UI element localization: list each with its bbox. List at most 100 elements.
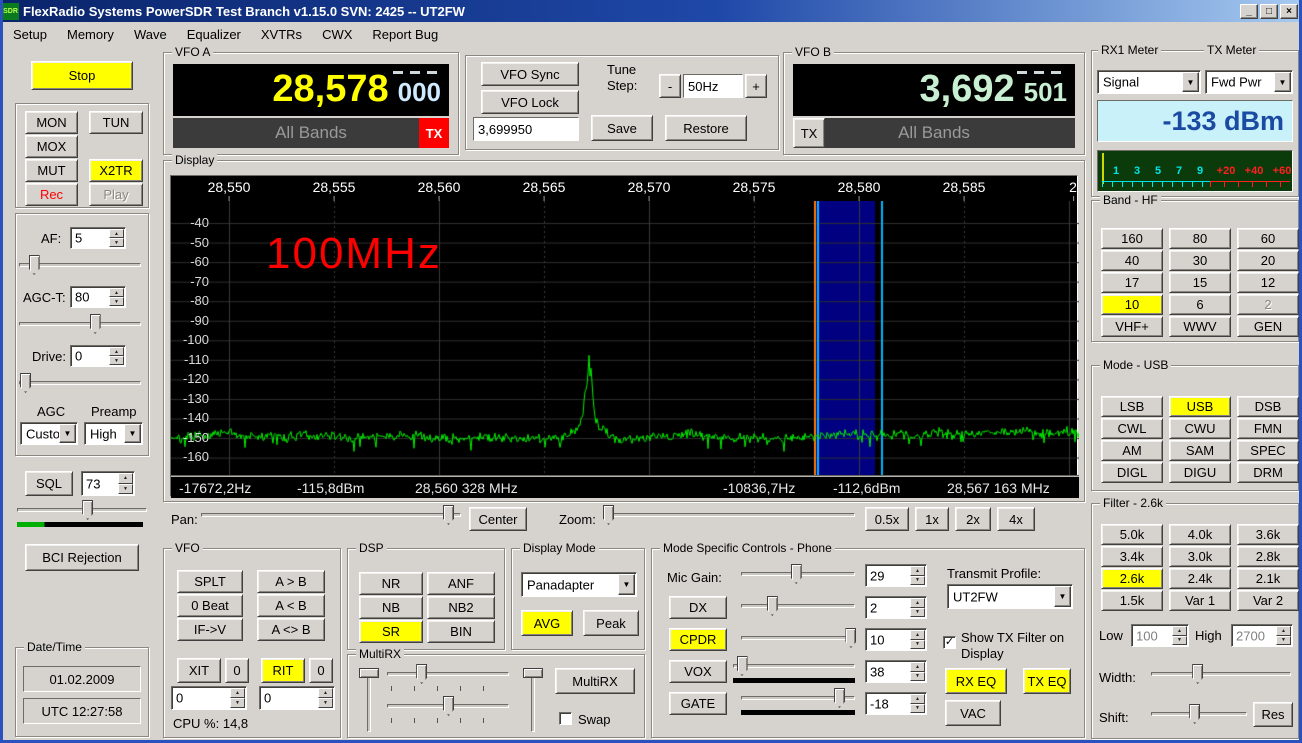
mox-button[interactable]: MOX	[25, 135, 78, 158]
band-160-button[interactable]: 160	[1101, 228, 1163, 249]
filter-shift-slider[interactable]	[1151, 704, 1247, 724]
tx-eq-button[interactable]: TX EQ	[1023, 668, 1071, 694]
zoom-05x-button[interactable]: 0.5x	[865, 507, 909, 531]
b-to-a-button[interactable]: A < B	[257, 594, 325, 617]
bci-rejection-button[interactable]: BCI Rejection	[25, 544, 139, 571]
band-20-button[interactable]: 20	[1237, 250, 1299, 271]
drive-spinner[interactable]: 0 ▲▼	[70, 345, 126, 367]
vfo-b-display[interactable]: 3,692 501	[793, 64, 1075, 116]
down-arrow-icon[interactable]: ▼	[910, 704, 925, 714]
dx-spinner[interactable]: 2 ▲▼	[865, 596, 927, 619]
band-6-button[interactable]: 6	[1169, 294, 1231, 315]
filter-1-5k-button[interactable]: 1.5k	[1101, 590, 1163, 611]
spinner-arrows[interactable]: ▲▼	[109, 288, 124, 306]
up-arrow-icon[interactable]: ▲	[109, 229, 124, 238]
avg-button[interactable]: AVG	[521, 610, 573, 636]
up-arrow-icon[interactable]: ▲	[910, 630, 925, 640]
cpdr-slider[interactable]	[741, 628, 855, 648]
rec-button[interactable]: Rec	[25, 183, 78, 206]
a-to-b-button[interactable]: A > B	[257, 570, 325, 593]
nb2-button[interactable]: NB2	[427, 596, 495, 619]
up-arrow-icon[interactable]: ▲	[1172, 626, 1187, 636]
up-arrow-icon[interactable]: ▲	[118, 473, 133, 484]
mode-dsb-button[interactable]: DSB	[1237, 396, 1299, 417]
dx-slider[interactable]	[741, 596, 855, 616]
spinner-arrows[interactable]: ▲▼	[910, 566, 925, 585]
spectrum-plot[interactable]: -40 -50 -60 -70 -80 -90 -100 -110 -120 -…	[171, 201, 1079, 475]
cpdr-spinner[interactable]: 10 ▲▼	[865, 628, 927, 651]
down-arrow-icon[interactable]: ▼	[109, 238, 124, 247]
filter-high-spinner[interactable]: 2700 ▲▼	[1231, 624, 1293, 647]
vfo-b-tx-button[interactable]: TX	[793, 118, 825, 148]
dropdown-arrow-icon[interactable]: ▼	[124, 424, 141, 443]
vac-button[interactable]: VAC	[945, 700, 1001, 726]
down-arrow-icon[interactable]: ▼	[109, 297, 124, 306]
up-arrow-icon[interactable]: ▲	[109, 347, 124, 356]
vfo-b-band-bar[interactable]: All Bands TX	[793, 118, 1075, 148]
dropdown-arrow-icon[interactable]: ▼	[1182, 72, 1199, 92]
band-2-button[interactable]: 2	[1237, 294, 1299, 315]
vfo-lock-button[interactable]: VFO Lock	[481, 90, 579, 114]
band-gen-button[interactable]: GEN	[1237, 316, 1299, 337]
vfo-sync-button[interactable]: VFO Sync	[481, 62, 579, 86]
dropdown-arrow-icon[interactable]: ▼	[1274, 72, 1291, 92]
agct-slider[interactable]	[19, 314, 141, 334]
spinner-arrows[interactable]: ▲▼	[910, 694, 925, 713]
band-30-button[interactable]: 30	[1169, 250, 1231, 271]
filter-2-4k-button[interactable]: 2.4k	[1169, 568, 1231, 589]
band-10-button[interactable]: 10	[1101, 294, 1163, 315]
mode-spec-button[interactable]: SPEC	[1237, 440, 1299, 461]
vfo-a-tx-indicator[interactable]: TX	[419, 118, 449, 148]
spinner-arrows[interactable]: ▲▼	[109, 347, 124, 365]
vox-spinner[interactable]: 38 ▲▼	[865, 660, 927, 683]
save-button[interactable]: Save	[591, 115, 653, 141]
mode-sam-button[interactable]: SAM	[1169, 440, 1231, 461]
filter-4k-button[interactable]: 4.0k	[1169, 524, 1231, 545]
spinner-arrows[interactable]: ▲▼	[910, 630, 925, 649]
nb-button[interactable]: NB	[359, 596, 423, 619]
dropdown-arrow-icon[interactable]: ▼	[59, 424, 76, 443]
down-arrow-icon[interactable]: ▼	[910, 672, 925, 682]
down-arrow-icon[interactable]: ▼	[910, 640, 925, 650]
band-60-button[interactable]: 60	[1237, 228, 1299, 249]
filter-5k-button[interactable]: 5.0k	[1101, 524, 1163, 545]
spinner-arrows[interactable]: ▲▼	[910, 598, 925, 617]
stop-button[interactable]: Stop	[31, 61, 133, 90]
transmit-profile-select[interactable]: UT2FW ▼	[947, 584, 1073, 609]
peak-button[interactable]: Peak	[583, 610, 639, 636]
multirx-pan-slider-1[interactable]	[387, 664, 509, 684]
drive-slider[interactable]	[19, 373, 141, 393]
up-arrow-icon[interactable]: ▲	[109, 288, 124, 297]
filter-2-1k-button[interactable]: 2.1k	[1237, 568, 1299, 589]
mode-usb-button[interactable]: USB	[1169, 396, 1231, 417]
memory-frequency-input[interactable]: 3,699950	[473, 117, 579, 141]
up-arrow-icon[interactable]: ▲	[910, 598, 925, 608]
down-arrow-icon[interactable]: ▼	[109, 356, 124, 365]
cpdr-button[interactable]: CPDR	[669, 628, 727, 651]
menu-memory[interactable]: Memory	[57, 24, 124, 45]
dx-button[interactable]: DX	[669, 596, 727, 619]
filter-reset-button[interactable]: Res	[1253, 702, 1293, 727]
vox-button[interactable]: VOX	[669, 660, 727, 683]
xit-zero-button[interactable]: 0	[225, 658, 249, 683]
band-12-button[interactable]: 12	[1237, 272, 1299, 293]
tune-step-minus-button[interactable]: -	[659, 74, 681, 98]
sql-spinner[interactable]: 73 ▲▼	[81, 471, 135, 496]
x2tr-button[interactable]: X2TR	[89, 159, 143, 182]
vox-slider[interactable]	[733, 656, 855, 676]
filter-2-8k-button[interactable]: 2.8k	[1237, 546, 1299, 567]
rit-button[interactable]: RIT	[261, 658, 305, 683]
filter-3-6k-button[interactable]: 3.6k	[1237, 524, 1299, 545]
spectrum-display[interactable]: 28,550 28,555 28,560 28,565 28,570 28,57…	[170, 175, 1078, 497]
down-arrow-icon[interactable]: ▼	[910, 576, 925, 586]
rit-spinner[interactable]: 0 ▲▼	[259, 686, 335, 710]
spinner-arrows[interactable]: ▲▼	[1276, 626, 1291, 645]
multirx-pan-slider-2[interactable]	[387, 696, 509, 716]
spinner-arrows[interactable]: ▲▼	[1172, 626, 1187, 645]
mic-gain-slider[interactable]	[741, 564, 855, 584]
anf-button[interactable]: ANF	[427, 572, 495, 595]
play-button[interactable]: Play	[89, 183, 143, 206]
down-arrow-icon[interactable]: ▼	[118, 484, 133, 495]
mode-cwu-button[interactable]: CWU	[1169, 418, 1231, 439]
down-arrow-icon[interactable]: ▼	[1172, 636, 1187, 646]
